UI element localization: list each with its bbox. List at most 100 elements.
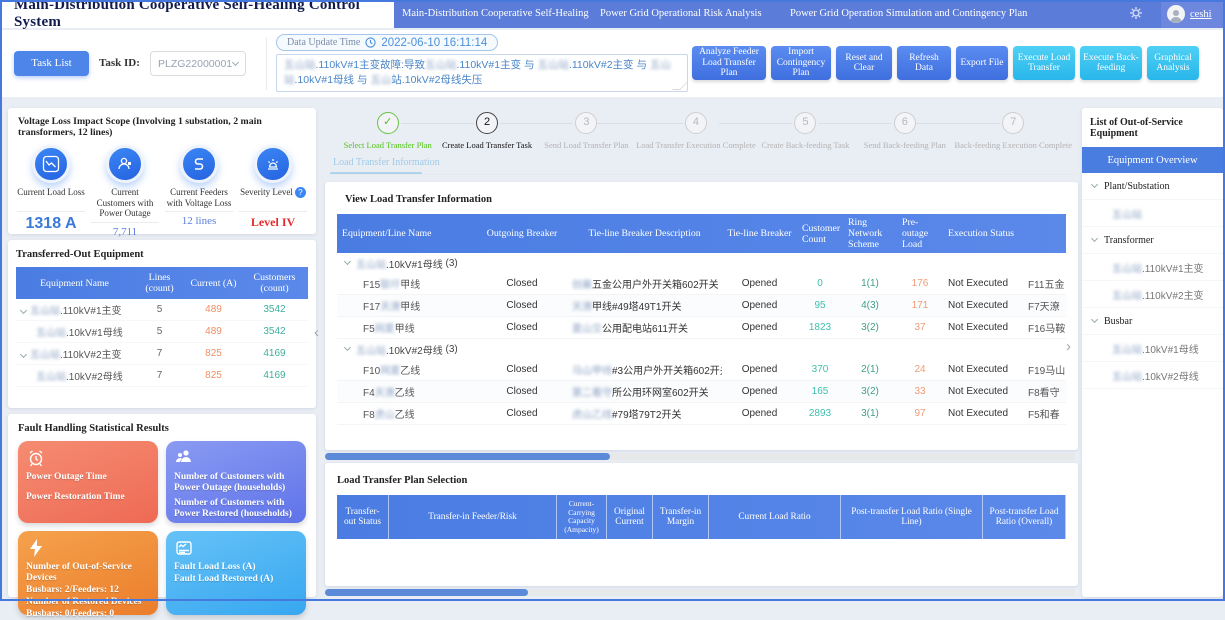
table-row[interactable]: F8虎山乙线 Closed 虎山乙线#79塔79T2开关 Opened 2893…	[337, 403, 1066, 425]
reset-and-clear-button[interactable]: Reset and Clear	[836, 46, 892, 80]
stat-value: 1318 A	[14, 215, 88, 233]
table-row[interactable]: 五山站.110kV#2主变 7 825 4169	[16, 343, 308, 365]
nav-item-risk-analysis[interactable]: Power Grid Operational Risk Analysis	[600, 0, 762, 28]
fault-text-segment: 五山	[370, 74, 391, 86]
stat-card-devices: Number of Out-of-Service Devices Busbars…	[18, 531, 158, 615]
horizontal-scrollbar[interactable]	[325, 453, 1075, 460]
refresh-data-button[interactable]: Refresh Data	[897, 46, 951, 80]
step-circle: 5	[794, 112, 816, 134]
stat-severity-level: Severity Level? Level IV	[236, 145, 310, 250]
tree-item-transformer[interactable]: Transformer	[1082, 227, 1223, 254]
customers-outage-icon	[106, 145, 144, 183]
table-row[interactable]: F15联圩甲线 Closed 创襄五金公用户外开关箱602开关 Opened 0…	[337, 273, 1066, 295]
analyze-feeder-plan-button[interactable]: Analyze Feeder Load Transfer Plan	[692, 46, 766, 80]
step-label: Load Transfer Execution Complete	[636, 140, 756, 150]
chevron-down-icon[interactable]	[344, 344, 351, 351]
step-label: Create Load Transfer Task	[437, 140, 536, 150]
tree-item-busbar-1[interactable]: 五山站.10kV#1母线	[1082, 335, 1223, 362]
fault-text-segment: .110kV#1主变 与	[457, 59, 538, 71]
step-circle: 3	[575, 112, 597, 134]
chevron-down-icon[interactable]	[1091, 316, 1098, 323]
step-create-task: 2 Create Load Transfer Task	[437, 112, 536, 166]
step-label: Create Back-feeding Task	[756, 140, 855, 150]
tree-item-busbar[interactable]: Busbar	[1082, 308, 1223, 335]
toolbar: Task List Task ID: PLZG22000001 Data Upd…	[2, 30, 1223, 97]
card-line: Number of Customers with Power Restored …	[174, 498, 298, 520]
card-line: Power Outage Time	[26, 472, 150, 483]
tree-item-busbar-2[interactable]: 五山站.10kV#2母线	[1082, 362, 1223, 389]
lightning-icon	[26, 538, 150, 558]
card-line: Fault Load Loss (A)	[174, 562, 298, 573]
card-line: Busbars: 2/Feeders: 12	[26, 585, 150, 596]
panel-title: Transferred-Out Equipment	[16, 249, 308, 260]
nav-item-simulation-contingency[interactable]: Power Grid Operation Simulation and Cont…	[790, 0, 1027, 28]
step-transfer-complete: 4 Load Transfer Execution Complete	[636, 112, 756, 166]
table-row[interactable]: F4天潦乙线 Closed 第二看守所公用环网室602开关 Opened 165…	[337, 381, 1066, 403]
graphical-analysis-button[interactable]: Graphical Analysis	[1147, 46, 1199, 80]
clock-icon	[365, 37, 376, 48]
nav-item-self-healing[interactable]: Main-Distribution Cooperative Self-Heali…	[402, 0, 589, 28]
fault-text-segment: 五山站	[537, 59, 569, 71]
column-header: Transfer-in Margin	[653, 495, 709, 539]
scroll-right-icon[interactable]: ›	[1066, 338, 1071, 355]
fault-stats-panel: Fault Handling Statistical Results Power…	[8, 414, 316, 597]
export-file-button[interactable]: Export File	[956, 46, 1008, 80]
task-id-value: PLZG22000001	[158, 58, 232, 70]
column-header: Transfer-out Status	[337, 495, 389, 539]
user-menu[interactable]: ceshi	[1161, 0, 1223, 28]
column-header: Post-transfer Load Ratio (Overall)	[983, 495, 1066, 539]
tree-item-transformer-2[interactable]: 五山站.110kV#2主变	[1082, 281, 1223, 308]
step-circle: ✓	[377, 112, 399, 134]
import-contingency-plan-button[interactable]: Import Contingency Plan	[771, 46, 831, 80]
stat-label: Current Feeders with Voltage Loss	[165, 187, 233, 212]
step-circle: 7	[1002, 112, 1024, 134]
panel-title: Voltage Loss Impact Scope (Involving 1 s…	[14, 116, 310, 140]
execute-back-feeding-button[interactable]: Execute Back-feeding	[1080, 46, 1142, 80]
gear-icon[interactable]	[1128, 5, 1144, 21]
table-row[interactable]: 五山站.10kV#1母线 5 489 3542	[16, 321, 308, 343]
username: ceshi	[1190, 9, 1212, 20]
tree-item-transformer-1[interactable]: 五山站.110kV#1主变	[1082, 254, 1223, 281]
chevron-down-icon[interactable]	[1091, 235, 1098, 242]
table-row[interactable]: 五山站.110kV#1主变 5 489 3542	[16, 299, 308, 321]
task-list-button[interactable]: Task List	[14, 51, 89, 76]
horizontal-scrollbar[interactable]	[325, 589, 1075, 596]
column-header: Tie-line Breaker Description	[567, 225, 722, 242]
stat-value: 12 lines	[162, 215, 236, 227]
toolbar-buttons: Analyze Feeder Load Transfer Plan Import…	[692, 44, 1199, 82]
fault-text-segment: 五山站	[284, 59, 316, 71]
scrollbar-thumb[interactable]	[325, 453, 610, 460]
chevron-down-icon[interactable]	[344, 258, 351, 265]
group-row[interactable]: 五山站.10kV#1母线 (3)	[337, 253, 1066, 273]
stat-label: Current Load Loss	[17, 187, 85, 212]
tree-item-plant-substation[interactable]: Plant/Substation	[1082, 173, 1223, 200]
chevron-down-icon[interactable]	[1091, 181, 1098, 188]
scrollbar-thumb[interactable]	[325, 589, 528, 596]
data-update-time: 2022-06-10 16:11:14	[381, 37, 487, 49]
column-header: Current-Carrying Capacity (Ampacity)	[557, 495, 607, 539]
stat-card-fault-load: Fault Load Loss (A) Fault Load Restored …	[166, 531, 306, 615]
table-header: Equipment Name Lines (count) Current (A)…	[16, 267, 308, 299]
execute-load-transfer-button[interactable]: Execute Load Transfer	[1013, 46, 1075, 80]
table-row[interactable]: 五山站.10kV#2母线 7 825 4169	[16, 365, 308, 387]
tab-divider	[325, 174, 1078, 175]
plan-selection-card: Load Transfer Plan Selection Transfer-ou…	[325, 463, 1078, 586]
collapse-left-icon[interactable]: ‹	[314, 324, 319, 341]
tab-load-transfer-information[interactable]: Load Transfer Information	[333, 157, 440, 168]
table-row[interactable]: F5网夏甲线 Closed 夏山交公用配电站611开关 Opened 1823 …	[337, 317, 1066, 339]
tree-item-substation[interactable]: 五山站	[1082, 200, 1223, 227]
out-of-service-panel: List of Out-of-Service Equipment Equipme…	[1082, 108, 1223, 597]
group-row[interactable]: 五山站.10kV#2母线 (3)	[337, 339, 1066, 359]
chevron-down-icon[interactable]	[20, 307, 27, 314]
chevron-down-icon[interactable]	[20, 351, 27, 358]
table-row[interactable]: F17天潦甲线 Closed 天潦甲线#49塔49T1开关 Opened 95 …	[337, 295, 1066, 317]
table-row[interactable]: F10网夏乙线 Closed 马山甲线#3公用户外开关箱602开关 Opened…	[337, 359, 1066, 381]
severity-level-icon	[254, 145, 292, 183]
help-icon[interactable]: ?	[295, 187, 306, 198]
task-id-select[interactable]: PLZG22000001	[150, 51, 246, 76]
stat-card-customers: Number of Customers with Power Outage (h…	[166, 441, 306, 523]
step-label: Select Load Transfer Plan	[338, 140, 437, 150]
fault-description-textarea[interactable]: 五山站.110kV#1主变故障:导致五山站.110kV#1主变 与 五山站.11…	[276, 54, 688, 92]
column-header: Equipment Name	[16, 275, 133, 292]
equipment-overview-header[interactable]: Equipment Overview	[1082, 147, 1223, 173]
